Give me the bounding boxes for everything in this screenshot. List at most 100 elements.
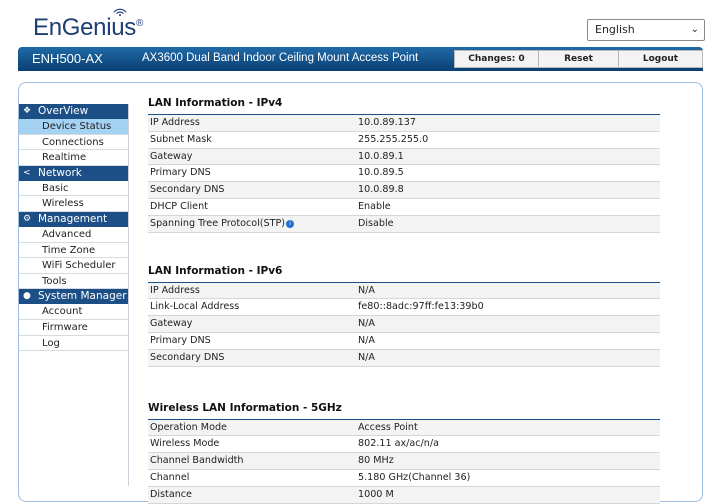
- row-value: 255.255.255.0: [358, 133, 429, 145]
- row-value: 80 MHz: [358, 455, 394, 467]
- section-title-lan-ipv6: LAN Information - IPv6: [148, 260, 660, 283]
- sidebar-item-basic[interactable]: Basic: [19, 181, 128, 197]
- table-row: Secondary DNS N/A: [148, 349, 660, 367]
- table-row: Gateway 10.0.89.1: [148, 148, 660, 166]
- sidebar-section-management[interactable]: ⚙ Management: [19, 211, 128, 227]
- section-title-wlan-5ghz: Wireless LAN Information - 5GHz: [148, 397, 660, 420]
- row-label: Link-Local Address: [150, 301, 240, 313]
- row-label: Spanning Tree Protocol(STP): [150, 217, 286, 229]
- sidebar-item-wireless[interactable]: Wireless: [19, 196, 128, 212]
- row-value: 10.0.89.137: [358, 117, 416, 128]
- section-title-lan-ipv4: LAN Information - IPv4: [148, 92, 660, 115]
- sidebar-item-connections[interactable]: Connections: [19, 135, 128, 151]
- sidebar-section-label: OverView: [38, 105, 89, 117]
- sidebar-item-time-zone[interactable]: Time Zone: [19, 243, 128, 259]
- lan-ipv6-table: IP Address N/A Link-Local Address fe80::8a…: [148, 282, 660, 367]
- table-row: Operation Mode Access Point: [148, 419, 660, 437]
- user-icon: ●: [23, 291, 31, 302]
- lan-ipv4-table: IP Address 10.0.89.137 Subnet Mask 255.255…: [148, 115, 660, 233]
- table-row: Wireless Mode 802.11 ax/ac/n/a: [148, 436, 660, 454]
- table-row: Link-Local Address fe80::8adc:97ff:fe13:3…: [148, 299, 660, 317]
- row-value: Access Point: [358, 421, 418, 433]
- sidebar-section-label: Network: [38, 166, 82, 179]
- sidebar-item-device-status[interactable]: Device Status: [19, 119, 128, 135]
- sidebar-item-realtime[interactable]: Realtime: [19, 150, 128, 166]
- row-label-cell: Spanning Tree Protocol(STP) i: [148, 216, 358, 232]
- row-value: 10.0.89.8: [358, 184, 404, 196]
- table-row: DHCP Client Enable: [148, 199, 660, 216]
- row-label: Operation Mode: [150, 421, 227, 433]
- row-label: Secondary DNS: [150, 184, 225, 196]
- wlan-5ghz-table: Operation Mode Access Point Wireless Mode…: [148, 419, 660, 504]
- row-label: IP Address: [150, 117, 200, 128]
- table-row: IP Address 10.0.89.137: [148, 115, 660, 132]
- logo-text: EnGenius: [33, 14, 136, 41]
- language-select[interactable]: English ⌄: [587, 19, 705, 41]
- sidebar-section-overview[interactable]: ❖ OverView: [19, 104, 128, 119]
- table-row: Gateway N/A: [148, 316, 660, 333]
- language-selected: English: [595, 23, 635, 36]
- row-label: IP Address: [150, 284, 200, 296]
- row-label: Secondary DNS: [150, 351, 225, 363]
- table-row: Secondary DNS 10.0.89.8: [148, 182, 660, 199]
- row-value: 10.0.89.1: [358, 150, 404, 162]
- row-label: Gateway: [150, 318, 193, 330]
- sidebar-item-account[interactable]: Account: [19, 304, 128, 320]
- row-label: Primary DNS: [150, 167, 211, 179]
- row-value: N/A: [358, 334, 375, 346]
- sidebar-item-tools[interactable]: Tools: [19, 274, 128, 290]
- changes-button[interactable]: Changes: 0: [454, 50, 539, 68]
- sidebar-item-advanced[interactable]: Advanced: [19, 227, 128, 243]
- wifi-icon: [113, 8, 127, 16]
- sidebar-item-log[interactable]: Log: [19, 336, 128, 352]
- sidebar-item-wifi-scheduler[interactable]: WiFi Scheduler: [19, 258, 128, 274]
- row-value: 1000 M: [358, 488, 394, 500]
- sidebar-section-system-manager[interactable]: ● System Manager: [19, 289, 128, 305]
- engenius-logo: EnGenius®: [33, 14, 143, 42]
- model-name: ENH500-AX: [32, 51, 103, 66]
- sidebar: ❖ OverView Device Status Connections Real…: [19, 104, 128, 352]
- model-description: AX3600 Dual Band Indoor Ceiling Mount Ac…: [142, 52, 419, 64]
- row-label: Channel Bandwidth: [150, 455, 244, 467]
- main-content: LAN Information - IPv4 IP Address 10.0.89…: [148, 92, 660, 504]
- row-value: N/A: [358, 351, 375, 363]
- logo-registered-mark: ®: [136, 18, 144, 29]
- row-value: 802.11 ax/ac/n/a: [358, 438, 439, 450]
- share-icon: <: [23, 167, 31, 178]
- row-value: N/A: [358, 284, 375, 296]
- row-value: 5.180 GHz(Channel 36): [358, 471, 471, 483]
- table-row: Primary DNS 10.0.89.5: [148, 165, 660, 183]
- chevron-down-icon: ⌄: [690, 24, 699, 35]
- table-row: Primary DNS N/A: [148, 333, 660, 350]
- row-value: Disable: [358, 217, 394, 229]
- row-label: DHCP Client: [150, 200, 208, 212]
- table-row: Channel 5.180 GHz(Channel 36): [148, 470, 660, 487]
- row-label: Channel: [150, 471, 190, 483]
- gear-icon: ⚙: [23, 213, 32, 224]
- sidebar-section-label: System Manager: [38, 290, 127, 303]
- reset-button[interactable]: Reset: [538, 50, 619, 68]
- row-value: Enable: [358, 200, 391, 212]
- table-row: Subnet Mask 255.255.255.0: [148, 132, 660, 149]
- sidebar-item-firmware[interactable]: Firmware: [19, 320, 128, 336]
- header-top: EnGenius® English ⌄: [0, 0, 707, 50]
- table-row: Channel Bandwidth 80 MHz: [148, 453, 660, 470]
- table-row: Distance 1000 M: [148, 486, 660, 504]
- info-icon[interactable]: i: [286, 219, 295, 228]
- row-label: Gateway: [150, 150, 193, 162]
- row-value: N/A: [358, 318, 375, 330]
- info-icon: ❖: [23, 106, 32, 116]
- sidebar-divider: [128, 104, 129, 486]
- table-row: Spanning Tree Protocol(STP) i Disable: [148, 215, 660, 233]
- row-label: Primary DNS: [150, 334, 211, 346]
- sidebar-section-network[interactable]: < Network: [19, 165, 128, 181]
- row-label: Wireless Mode: [150, 438, 220, 450]
- logout-button[interactable]: Logout: [618, 50, 703, 68]
- row-value: 10.0.89.5: [358, 167, 404, 179]
- row-label: Distance: [150, 488, 192, 500]
- table-row: IP Address N/A: [148, 282, 660, 300]
- header-bar: ENH500-AX AX3600 Dual Band Indoor Ceilin…: [18, 47, 703, 71]
- row-value: fe80::8adc:97ff:fe13:39b0: [358, 301, 484, 313]
